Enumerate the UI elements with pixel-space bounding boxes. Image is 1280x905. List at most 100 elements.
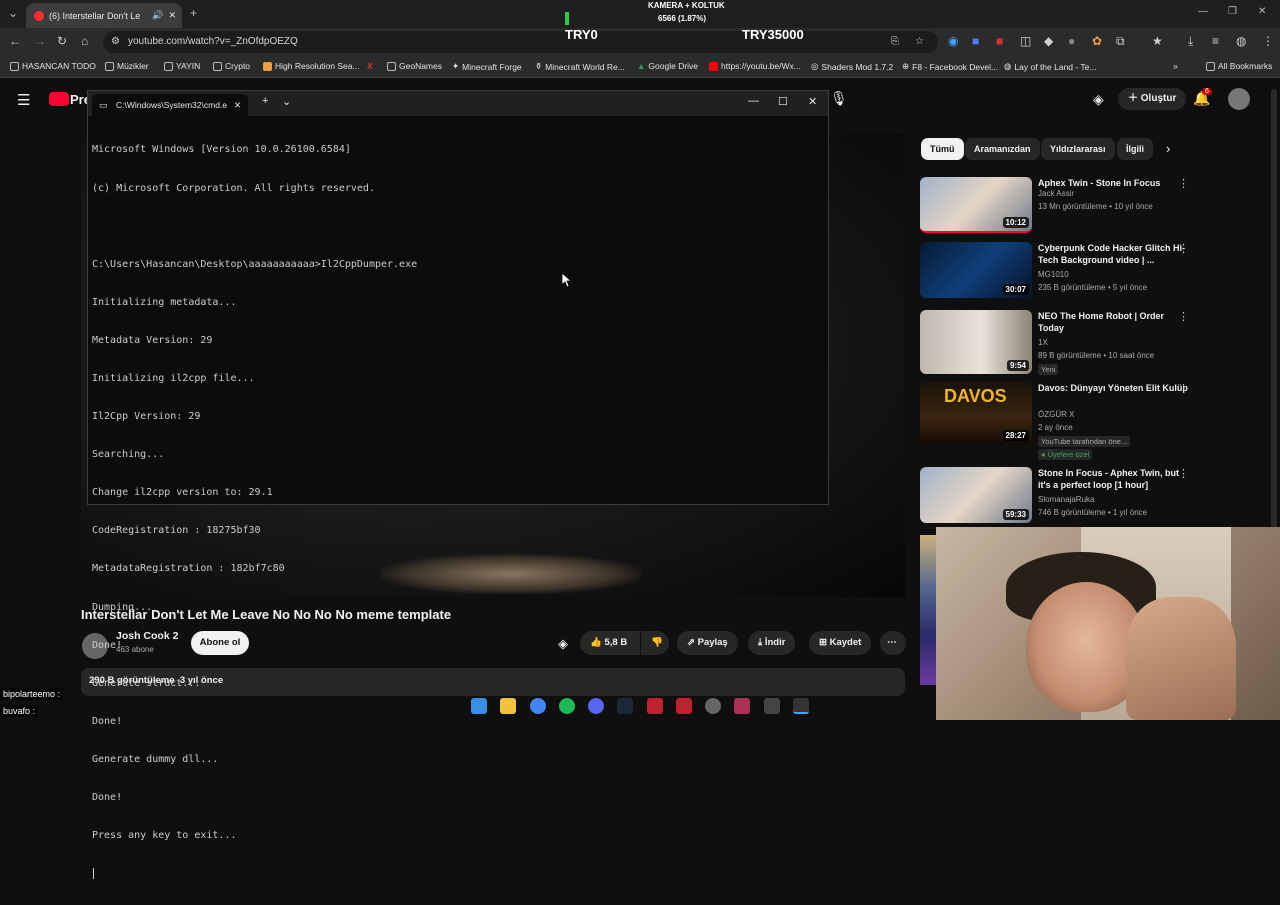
- tab-close-icon[interactable]: ✕: [234, 94, 241, 116]
- cast-icon[interactable]: ⎘: [891, 31, 899, 53]
- terminal-line: C:\Users\Hasancan\Desktop\aaaaaaaaaaa>Il…: [92, 258, 418, 270]
- terminal-line: Change il2cpp version to: 29.1: [92, 487, 273, 499]
- recommendation-item[interactable]: DAVOS 28:27 Davos: Dünyayı Yöneten Elit …: [920, 382, 1200, 460]
- google-drive-icon: ▲: [637, 61, 646, 71]
- back-icon[interactable]: ←: [9, 34, 21, 48]
- bookmark-item[interactable]: YAYIN: [164, 61, 200, 71]
- site-icon: [387, 61, 396, 71]
- close-icon[interactable]: ✕: [808, 95, 817, 108]
- extension-icon[interactable]: ◉: [948, 34, 958, 48]
- share-button[interactable]: ⇗ Paylaş: [677, 631, 738, 655]
- bookmark-item[interactable]: Müzikler: [105, 61, 149, 71]
- chip-all[interactable]: Tümü: [921, 138, 964, 160]
- bookmark-item[interactable]: Crypto: [213, 61, 250, 71]
- profile-icon[interactable]: ◍: [1236, 34, 1246, 48]
- minimize-icon[interactable]: —: [748, 95, 759, 107]
- app-icon[interactable]: [734, 698, 750, 714]
- bookmark-item[interactable]: ◍ Lay of the Land - Te...: [1004, 61, 1097, 72]
- file-explorer-icon[interactable]: [500, 698, 516, 714]
- more-vertical-icon[interactable]: ⋮: [1178, 467, 1189, 480]
- chrome-icon[interactable]: [530, 698, 546, 714]
- cmd-window[interactable]: ▭ C:\Windows\System32\cmd.e ✕ + ⌄ — ☐ ✕ …: [87, 90, 829, 880]
- app-icon[interactable]: [676, 698, 692, 714]
- more-vertical-icon[interactable]: ⋮: [1178, 177, 1189, 190]
- app-icon[interactable]: [705, 698, 721, 714]
- create-button[interactable]: ＋ Oluştur: [1118, 88, 1187, 110]
- reload-icon[interactable]: ↻: [57, 34, 67, 48]
- bookmarks-star-icon[interactable]: ★: [1152, 34, 1163, 48]
- extension-action-icon[interactable]: ◈: [558, 636, 568, 652]
- bookmark-item[interactable]: ◎ Shaders Mod 1.7.2: [811, 61, 893, 72]
- bookmark-item[interactable]: ⚱ Minecraft World Re...: [535, 61, 625, 72]
- more-vertical-icon[interactable]: ⋮: [1178, 242, 1189, 255]
- all-bookmarks[interactable]: All Bookmarks: [1206, 61, 1272, 71]
- terminal-output[interactable]: Microsoft Windows [Version 10.0.26100.65…: [92, 119, 417, 905]
- media-icon[interactable]: ≡: [1212, 34, 1219, 48]
- app-icon[interactable]: [647, 698, 663, 714]
- new-tab-icon[interactable]: +: [262, 95, 268, 107]
- seven-zip-icon[interactable]: [764, 698, 780, 714]
- download-icon[interactable]: ⤓: [1188, 34, 1193, 49]
- bookmark-item[interactable]: High Resolution Sea...: [263, 61, 360, 71]
- steam-icon[interactable]: [617, 698, 633, 714]
- extension-icon[interactable]: ◆: [1044, 34, 1053, 48]
- restore-icon[interactable]: ❐: [1228, 6, 1237, 17]
- more-actions-button[interactable]: ⋯: [880, 631, 906, 655]
- more-vertical-icon[interactable]: ⋮: [1178, 382, 1189, 395]
- bookmark-item[interactable]: https://youtu.be/Wx...: [709, 61, 801, 71]
- new-tab-icon[interactable]: +: [190, 6, 197, 20]
- hamburger-menu-icon[interactable]: ☰: [17, 91, 30, 109]
- chip-from-search[interactable]: Aramanızdan: [965, 138, 1040, 160]
- address-bar[interactable]: ⚙ youtube.com/watch?v=_ZnOfdpOEZQ ⎘ ☆: [103, 31, 938, 53]
- menu-icon[interactable]: ⋮: [1262, 34, 1274, 48]
- bookmark-item[interactable]: HASANCAN TODO: [10, 61, 96, 71]
- browser-tab-active[interactable]: (6) Interstellar Don't Le 🔊 ✕: [26, 3, 182, 28]
- youtube-logo-icon[interactable]: [49, 92, 69, 106]
- extension-icon[interactable]: ■: [996, 34, 1003, 48]
- bookmark-item[interactable]: X: [367, 61, 373, 71]
- recommendation-item[interactable]: 59:33 Stone In Focus - Aphex Twin, but i…: [920, 467, 1200, 529]
- extension-icon[interactable]: ✿: [1092, 34, 1102, 48]
- save-button[interactable]: ⊞ Kaydet: [809, 631, 872, 655]
- windows-start-icon[interactable]: [471, 698, 487, 714]
- like-button[interactable]: 👍 5,8 B: [580, 631, 640, 655]
- chevron-down-icon[interactable]: ⌄: [282, 95, 291, 108]
- download-button[interactable]: ⤓ İndir: [748, 631, 796, 655]
- discord-icon[interactable]: [588, 698, 604, 714]
- cmd-titlebar[interactable]: ▭ C:\Windows\System32\cmd.e ✕ + ⌄ — ☐ ✕: [88, 91, 828, 116]
- dislike-button[interactable]: 👎: [641, 631, 669, 655]
- chip-interstellar[interactable]: Yıldızlararası: [1041, 138, 1115, 160]
- extension-cast-icon[interactable]: ◈: [1093, 91, 1104, 108]
- tab-search-icon[interactable]: ⌄: [8, 6, 18, 20]
- home-icon[interactable]: ⌂: [81, 34, 88, 48]
- tab-close-icon[interactable]: ✕: [168, 10, 176, 21]
- close-window-icon[interactable]: ✕: [1258, 6, 1266, 17]
- recommendation-item[interactable]: 10:12 Aphex Twin - Stone In Focus Jack A…: [920, 177, 1200, 239]
- recommendation-item[interactable]: 9:54 NEO The Home Robot | Order Today 1X…: [920, 310, 1200, 375]
- bookmarks-overflow[interactable]: »: [1173, 61, 1178, 71]
- site-info-icon[interactable]: ⚙: [111, 31, 120, 53]
- extension-icon[interactable]: ◫: [1020, 34, 1031, 48]
- spotify-icon[interactable]: [559, 698, 575, 714]
- bookmark-star-icon[interactable]: ☆: [915, 31, 924, 53]
- bookmark-item[interactable]: GeoNames: [387, 61, 442, 71]
- more-vertical-icon[interactable]: ⋮: [1178, 310, 1189, 323]
- account-avatar[interactable]: [1228, 88, 1250, 110]
- extension-icon[interactable]: ■: [972, 34, 979, 48]
- speaker-icon[interactable]: 🔊: [152, 10, 163, 21]
- extensions-puzzle-icon[interactable]: ⧉: [1116, 34, 1125, 49]
- globe-icon: ◍: [1004, 61, 1012, 71]
- bookmark-item[interactable]: ✦ Minecraft Forge: [452, 61, 522, 72]
- recommendation-item[interactable]: 30:07 Cyberpunk Code Hacker Glitch Hi-Te…: [920, 242, 1200, 304]
- extension-icon[interactable]: ●: [1068, 34, 1075, 48]
- bookmark-item[interactable]: ⊕ F8 - Facebook Devel...: [902, 61, 998, 72]
- bookmark-item[interactable]: ▲ Google Drive: [637, 61, 698, 71]
- chip-related[interactable]: İlgili: [1117, 138, 1153, 160]
- minimize-icon[interactable]: —: [1198, 6, 1208, 17]
- forward-icon[interactable]: →: [34, 34, 46, 48]
- cmd-tab[interactable]: ▭ C:\Windows\System32\cmd.e ✕: [92, 94, 248, 116]
- maximize-icon[interactable]: ☐: [778, 95, 788, 108]
- chevron-right-icon[interactable]: ›: [1166, 141, 1170, 156]
- terminal-taskbar-icon[interactable]: [793, 698, 809, 714]
- microphone-icon[interactable]: 🎙: [830, 90, 848, 107]
